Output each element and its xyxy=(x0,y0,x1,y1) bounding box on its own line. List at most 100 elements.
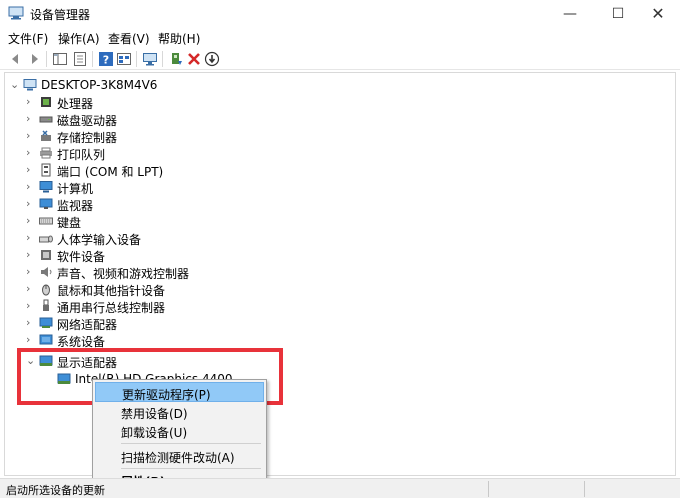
storage-controller-icon xyxy=(41,130,51,141)
svg-text:?: ? xyxy=(103,54,109,67)
show-hide-tree-icon[interactable] xyxy=(52,51,68,67)
processor-icon xyxy=(41,97,51,107)
collapse-arrow-icon[interactable]: ⌄ xyxy=(10,79,20,91)
tree-item-monitor[interactable]: › 监视器 xyxy=(5,196,645,214)
tree-item-port[interactable]: › 端口 (COM 和 LPT) xyxy=(5,162,645,179)
tree-item-label: 打印队列 xyxy=(57,148,106,162)
menu-item-uninstall-device[interactable]: 卸载设备(U) xyxy=(95,421,264,441)
computer-icon xyxy=(39,181,53,193)
expand-arrow-icon[interactable]: › xyxy=(26,249,36,261)
expand-arrow-icon[interactable]: › xyxy=(26,181,36,193)
tree-item-sound[interactable]: › 声音、视频和游戏控制器 xyxy=(5,264,645,282)
tree-item-label: 磁盘驱动器 xyxy=(57,114,118,128)
menu-file[interactable]: 文件(F) xyxy=(8,30,48,47)
monitor-icon xyxy=(39,198,53,209)
help-icon[interactable]: ? xyxy=(98,51,114,67)
minimize-icon: — xyxy=(563,6,577,22)
expand-arrow-icon[interactable]: › xyxy=(26,232,36,244)
tree-item-label: 处理器 xyxy=(57,97,94,111)
tree-item-label: 软件设备 xyxy=(57,250,106,264)
expand-arrow-icon[interactable]: › xyxy=(26,334,36,346)
tree-item-label: 键盘 xyxy=(57,216,82,230)
menu-bar: 文件(F) 操作(A) 查看(V) 帮助(H) xyxy=(0,28,680,48)
expand-arrow-icon[interactable]: › xyxy=(26,283,36,295)
hid-icon xyxy=(39,235,53,243)
tree-item-keyboard[interactable]: › 键盘 xyxy=(5,213,645,231)
menu-item-disable-device[interactable]: 禁用设备(D) xyxy=(95,402,264,422)
tree-item-computer[interactable]: › 计算机 xyxy=(5,179,645,197)
tree-item-label: 鼠标和其他指针设备 xyxy=(57,284,166,298)
expand-arrow-icon[interactable]: › xyxy=(26,300,36,312)
tree-item-label: 网络适配器 xyxy=(57,318,118,332)
title-bar: 设备管理器 — ☐ ✕ xyxy=(0,0,680,28)
back-icon[interactable] xyxy=(8,51,24,67)
close-button[interactable]: ✕ xyxy=(636,0,680,28)
tree-item-label: 计算机 xyxy=(57,182,94,196)
menu-item-label: 扫描检测硬件改动(A) xyxy=(121,451,235,465)
system-device-icon xyxy=(39,334,53,345)
toolbar-divider xyxy=(162,51,163,67)
tree-item-label: 声音、视频和游戏控制器 xyxy=(57,267,190,281)
properties-icon[interactable] xyxy=(72,51,88,67)
menu-item-label: 禁用设备(D) xyxy=(121,407,188,421)
mouse-icon xyxy=(42,284,50,296)
update-driver-icon[interactable] xyxy=(168,51,184,67)
network-adapter-icon xyxy=(39,317,53,328)
device-manager-icon xyxy=(8,6,24,20)
menu-separator xyxy=(121,468,261,469)
status-bar: 启动所选设备的更新 xyxy=(0,478,680,498)
tree-item-storage-controller[interactable]: › 存储控制器 xyxy=(5,128,645,146)
tree-item-processor[interactable]: › 处理器 xyxy=(5,94,645,112)
menu-item-scan-hardware[interactable]: 扫描检测硬件改动(A) xyxy=(95,446,264,466)
forward-icon[interactable] xyxy=(26,51,42,67)
port-icon xyxy=(41,163,51,177)
expand-arrow-icon[interactable]: › xyxy=(26,147,36,159)
usb-icon xyxy=(43,299,49,311)
menu-view[interactable]: 查看(V) xyxy=(108,30,150,47)
tree-item-label: 人体学输入设备 xyxy=(57,233,142,247)
maximize-icon: ☐ xyxy=(611,6,625,22)
tree-item-hid[interactable]: › 人体学输入设备 xyxy=(5,230,645,248)
minimize-button[interactable]: — xyxy=(548,0,592,28)
context-menu: 更新驱动程序(P) 禁用设备(D) 卸载设备(U) 扫描检测硬件改动(A) 属性… xyxy=(92,379,267,491)
expand-arrow-icon[interactable]: › xyxy=(26,96,36,108)
tree-item-label: 端口 (COM 和 LPT) xyxy=(57,165,164,179)
uninstall-icon[interactable] xyxy=(186,51,202,67)
menu-help[interactable]: 帮助(H) xyxy=(158,30,200,47)
disk-drive-icon xyxy=(39,116,53,123)
tree-item-label: 存储控制器 xyxy=(57,131,118,145)
status-divider xyxy=(488,481,489,497)
tree-item-mouse[interactable]: › 鼠标和其他指针设备 xyxy=(5,281,645,299)
tree-item-usb[interactable]: › 通用串行总线控制器 xyxy=(5,298,645,315)
expand-arrow-icon[interactable]: › xyxy=(26,113,36,125)
disable-icon[interactable] xyxy=(204,51,220,67)
close-icon: ✕ xyxy=(651,4,665,23)
view-icon[interactable] xyxy=(116,51,132,67)
menu-separator xyxy=(121,443,261,444)
expand-arrow-icon[interactable]: › xyxy=(26,266,36,278)
tree-item-printer[interactable]: › 打印队列 xyxy=(5,145,645,163)
tree-root-label: DESKTOP-3K8M4V6 xyxy=(41,78,158,92)
toolbar-divider xyxy=(46,51,47,67)
toolbar-divider xyxy=(136,51,137,67)
toolbar: ? xyxy=(0,48,680,70)
maximize-button[interactable]: ☐ xyxy=(596,0,640,28)
status-divider xyxy=(584,481,585,497)
printer-icon xyxy=(40,147,52,159)
tree-item-network-adapter[interactable]: › 网络适配器 xyxy=(5,315,645,333)
tree-item-disk-drive[interactable]: › 磁盘驱动器 xyxy=(5,111,645,129)
expand-arrow-icon[interactable]: › xyxy=(26,317,36,329)
tree-item-system-device[interactable]: › 系统设备 xyxy=(5,332,645,350)
menu-action[interactable]: 操作(A) xyxy=(58,30,100,47)
tree-item-software-device[interactable]: › 软件设备 xyxy=(5,247,645,265)
tree-root[interactable]: ⌄ DESKTOP-3K8M4V6 xyxy=(5,77,645,94)
monitor-scan-icon[interactable] xyxy=(142,51,158,67)
status-text: 启动所选设备的更新 xyxy=(6,484,105,497)
expand-arrow-icon[interactable]: › xyxy=(26,164,36,176)
expand-arrow-icon[interactable]: › xyxy=(26,215,36,227)
computer-icon xyxy=(23,79,37,91)
tree-item-label: 通用串行总线控制器 xyxy=(57,301,166,315)
expand-arrow-icon[interactable]: › xyxy=(26,198,36,210)
menu-item-update-driver[interactable]: 更新驱动程序(P) xyxy=(95,382,264,402)
expand-arrow-icon[interactable]: › xyxy=(26,130,36,142)
